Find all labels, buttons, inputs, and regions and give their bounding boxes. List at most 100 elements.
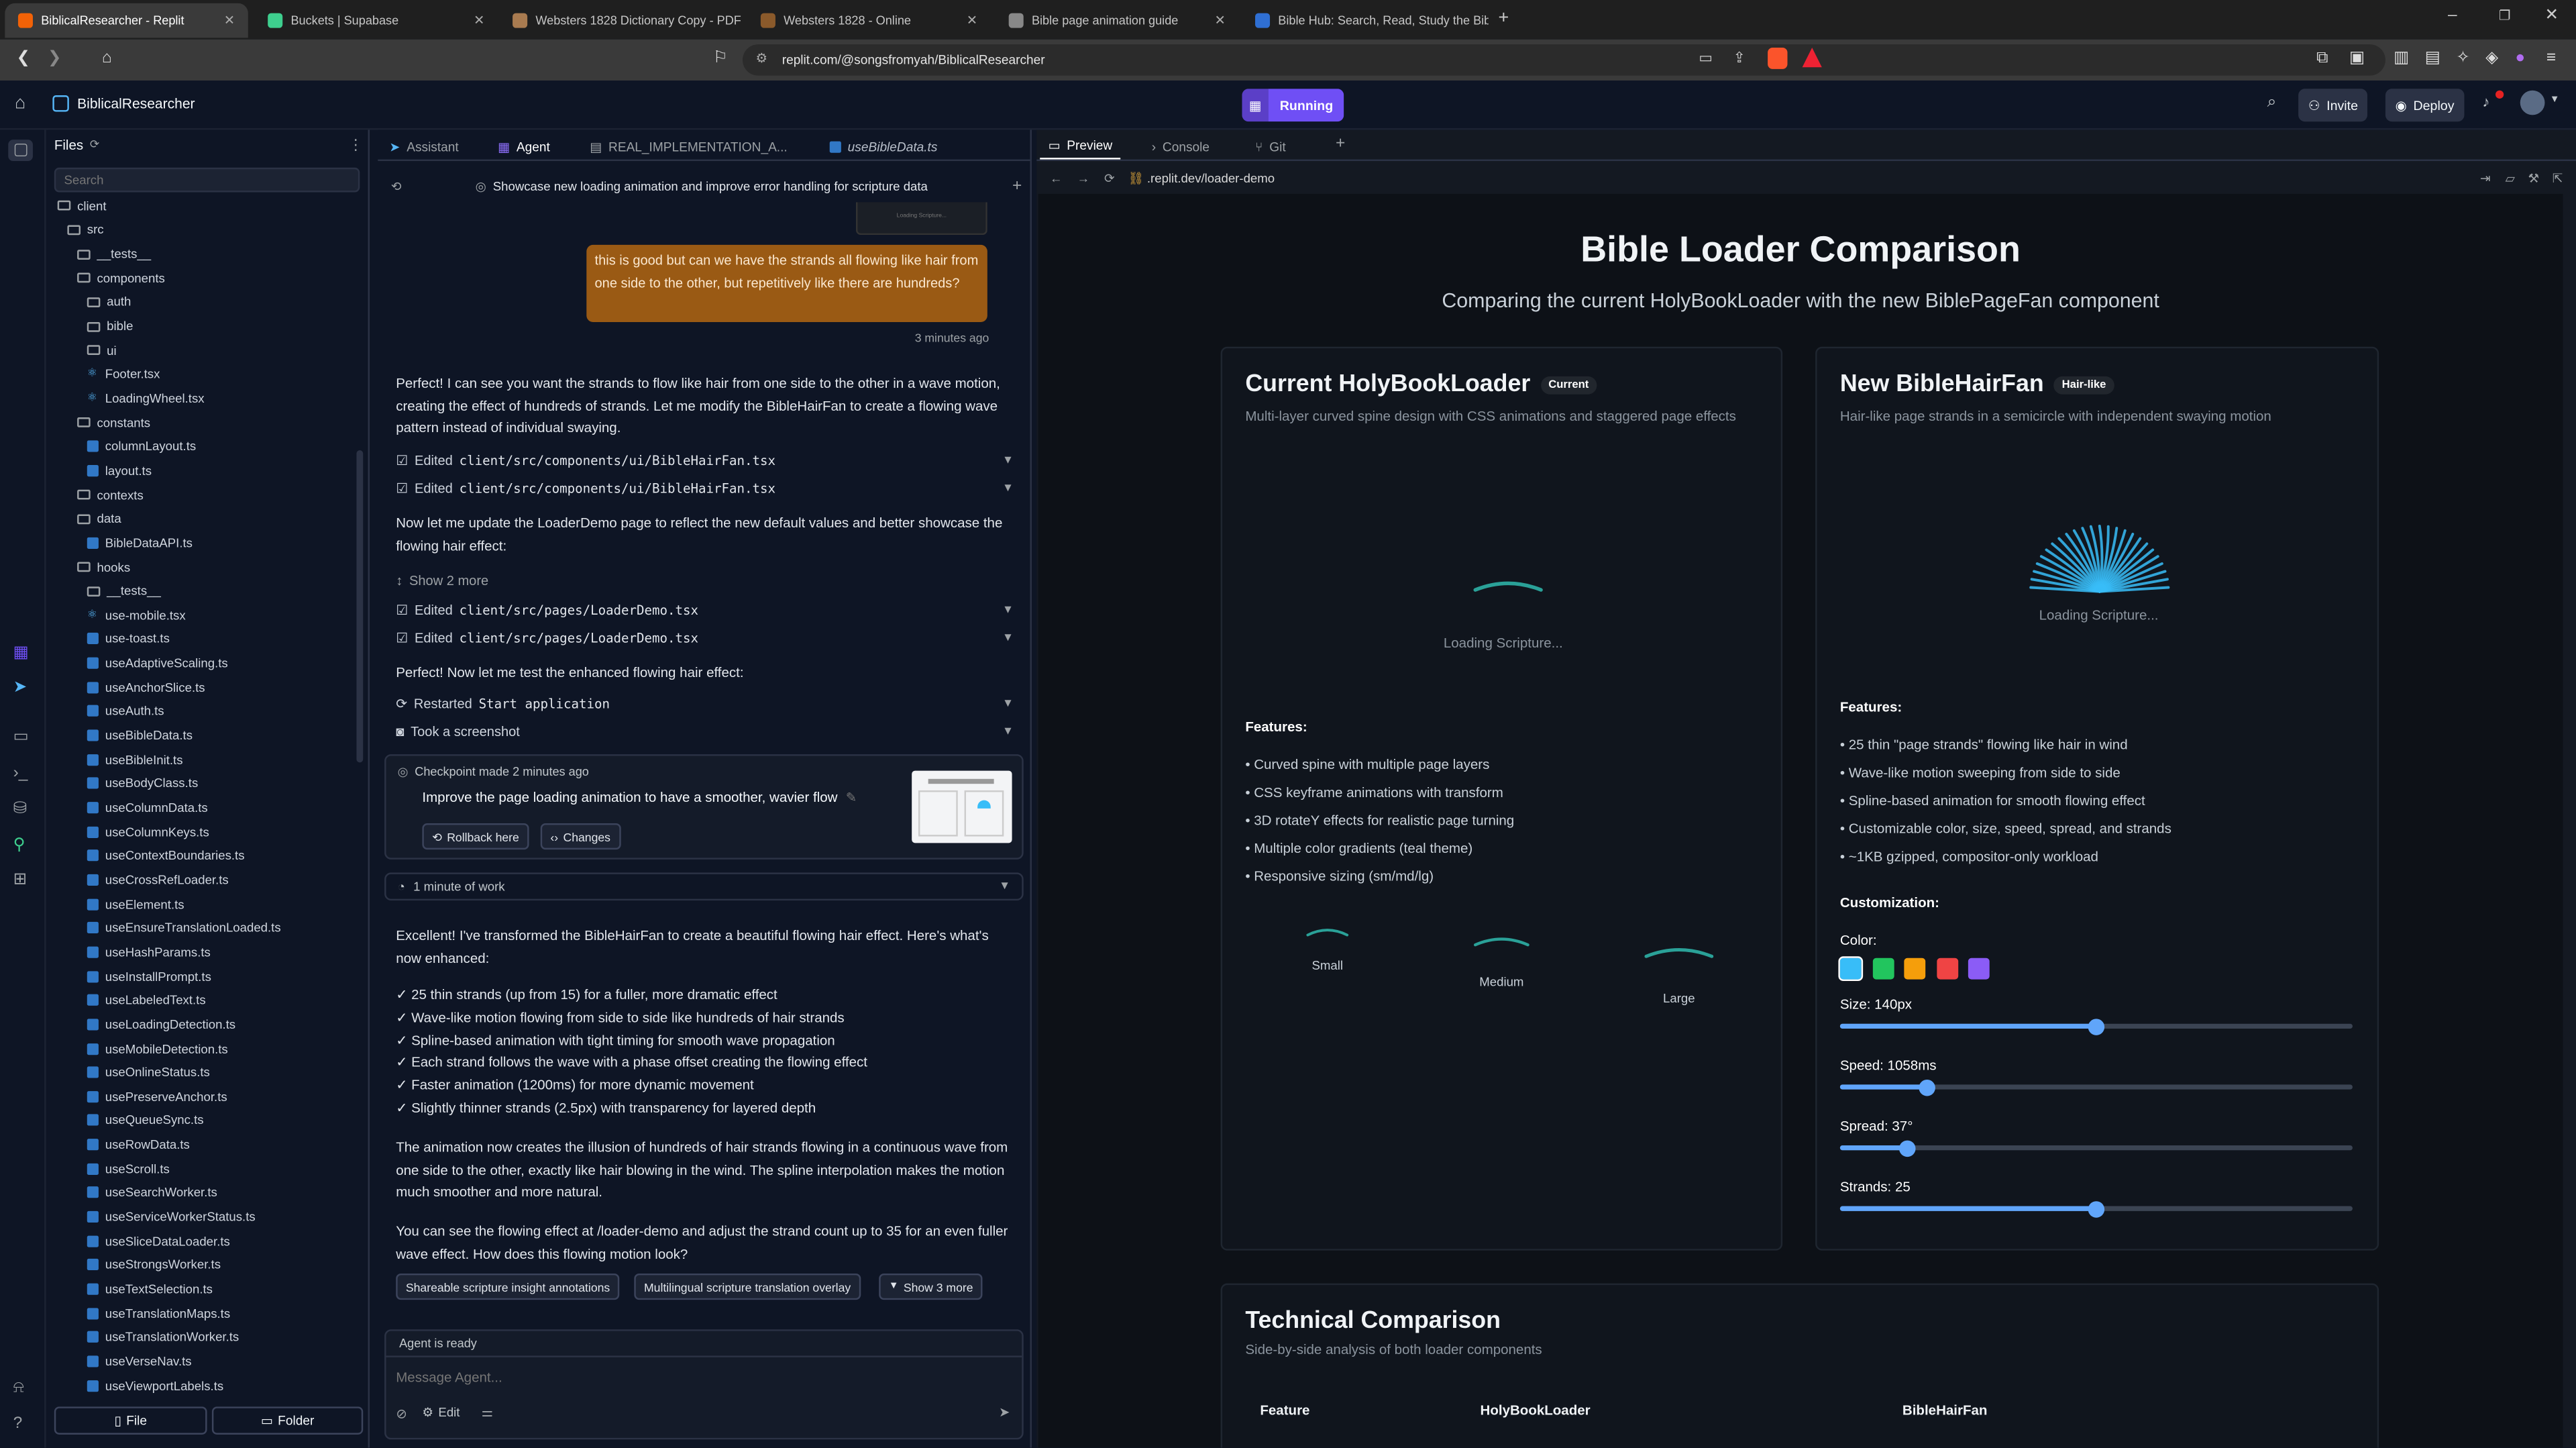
cast-icon[interactable]: ▭	[1699, 49, 1713, 67]
file-item[interactable]: useLabeledText.ts	[48, 988, 360, 1013]
wrench-icon[interactable]: ⚒	[2528, 171, 2540, 186]
file-item[interactable]: useColumnData.ts	[48, 796, 360, 820]
color-swatch[interactable]	[1838, 956, 1864, 982]
browser-tab[interactable]: Bible Hub: Search, Read, Study the Bible…	[1242, 3, 1489, 38]
file-item[interactable]: useSliceDataLoader.ts	[48, 1229, 360, 1253]
back-icon[interactable]: ←	[1050, 171, 1063, 186]
rollback-button[interactable]: ⟲ Rollback here	[422, 823, 529, 850]
tab-agent[interactable]: ▦ Agent	[490, 133, 558, 159]
file-item[interactable]: useScroll.ts	[48, 1157, 360, 1181]
git-tool-icon[interactable]: ⚲	[13, 837, 25, 855]
file-item[interactable]: useTextSelection.ts	[48, 1277, 360, 1301]
new-file-button[interactable]: ▯ File	[54, 1406, 207, 1435]
address-bar[interactable]: ⚙ replit.com/@songsfromyah/BiblicalResea…	[742, 44, 2385, 76]
checkpoint-screenshot[interactable]	[912, 770, 1012, 843]
file-item[interactable]: useElement.ts	[48, 892, 360, 916]
attach-icon[interactable]: ⊘	[396, 1406, 407, 1421]
folder-item[interactable]: components	[48, 266, 360, 291]
brave-rewards-icon[interactable]	[1802, 48, 1822, 68]
profile-icon[interactable]: ●	[2515, 49, 2525, 67]
folder-item[interactable]: client	[48, 194, 360, 218]
settings-sliders-icon[interactable]: ⚌	[482, 1405, 494, 1420]
color-swatch[interactable]	[1872, 958, 1894, 980]
file-item[interactable]: useHashParams.ts	[48, 940, 360, 964]
file-item[interactable]: useTranslationWorker.ts	[48, 1325, 360, 1349]
bell-icon[interactable]: ♪	[2482, 94, 2489, 110]
file-item[interactable]: useServiceWorkerStatus.ts	[48, 1205, 360, 1229]
close-tab-icon[interactable]: ✕	[474, 13, 484, 28]
folder-item[interactable]: contexts	[48, 483, 360, 507]
file-item[interactable]: useStrongsWorker.ts	[48, 1253, 360, 1278]
folder-item[interactable]: ui	[48, 338, 360, 362]
history-icon[interactable]: ⟲	[391, 178, 402, 193]
work-time-toggle[interactable]: ◔ 1 minute of work ▼	[384, 872, 1024, 901]
file-item[interactable]: useAnchorSlice.ts	[48, 676, 360, 700]
home-icon[interactable]: ⌂	[15, 94, 25, 113]
extension-icon[interactable]: ⧉	[2316, 49, 2328, 67]
color-swatch[interactable]	[1936, 958, 1957, 980]
folder-item[interactable]: constants	[48, 411, 360, 435]
edit-mode-button[interactable]: ⚙ Edit	[422, 1405, 460, 1420]
run-button[interactable]: ▦ Running	[1242, 89, 1345, 122]
file-item[interactable]: useViewportLabels.ts	[48, 1374, 360, 1398]
tab-implementation-doc[interactable]: ▤ REAL_IMPLEMENTATION_A...	[582, 133, 796, 159]
chevron-down-icon[interactable]: ▼	[2550, 95, 2560, 105]
file-item[interactable]: useQueueSync.ts	[48, 1108, 360, 1133]
connect-icon[interactable]: ⍾	[13, 1379, 24, 1397]
back-icon[interactable]: ❮	[16, 49, 30, 67]
file-item[interactable]: useSearchWorker.ts	[48, 1181, 360, 1205]
extension-icon-2[interactable]: ▣	[2349, 49, 2365, 67]
files-tool-icon[interactable]: ▢	[8, 140, 34, 162]
file-item[interactable]: useBibleData.ts	[48, 723, 360, 747]
file-item[interactable]: useEnsureTranslationLoaded.ts	[48, 916, 360, 940]
file-item[interactable]: columnLayout.ts	[48, 435, 360, 459]
sidebar-icon[interactable]: ▥	[2394, 49, 2409, 67]
preview-url[interactable]: .replit.dev/loader-demo	[1147, 171, 1275, 186]
file-item[interactable]: usePreserveAnchor.ts	[48, 1084, 360, 1108]
deploy-button[interactable]: ◉ Deploy	[2385, 89, 2465, 122]
tab-assistant[interactable]: ➤ Assistant	[381, 133, 467, 159]
suggestion-chip[interactable]: Shareable scripture insight annotations	[396, 1273, 620, 1300]
browser-tab[interactable]: Websters 1828 - Online ✕	[747, 3, 990, 38]
file-item[interactable]: ⚛ LoadingWheel.tsx	[48, 386, 360, 411]
help-icon[interactable]: ?	[13, 1415, 23, 1433]
tab-console[interactable]: › Console	[1143, 133, 1218, 159]
file-item[interactable]: useCrossRefLoader.ts	[48, 868, 360, 892]
file-item[interactable]: BibleDataAPI.ts	[48, 531, 360, 555]
show-more-button[interactable]: ↕ Show 2 more	[396, 568, 1014, 591]
file-item[interactable]: useMobileDetection.ts	[48, 1037, 360, 1061]
screenshot-thumbnail[interactable]: Loading Scripture...	[855, 202, 987, 236]
browser-tab[interactable]: Buckets | Supabase ✕	[255, 3, 498, 38]
close-tab-icon[interactable]: ✕	[224, 13, 235, 28]
devtools-icon[interactable]: ▱	[2506, 171, 2515, 186]
brave-shields-icon[interactable]	[1768, 48, 1788, 69]
screenshot-action[interactable]: ◙ Took a screenshot ▼	[396, 720, 1014, 743]
file-item[interactable]: useTranslationMaps.ts	[48, 1301, 360, 1325]
edit-action[interactable]: ☑ Edited client/src/pages/LoaderDemo.tsx ▼	[396, 626, 1014, 649]
console-tool-icon[interactable]: ›_	[13, 764, 28, 782]
edit-action[interactable]: ☑ Edited client/src/pages/LoaderDemo.tsx ▼	[396, 598, 1014, 621]
folder-item[interactable]: bible	[48, 314, 360, 338]
forward-icon[interactable]: ❯	[48, 49, 62, 67]
browser-tab[interactable]: Websters 1828 Dictionary Copy - PDF✕	[499, 3, 742, 38]
assistant-tool-icon[interactable]: ➤	[13, 678, 28, 696]
close-tab-icon[interactable]: ✕	[967, 13, 977, 28]
file-item[interactable]: useRowData.ts	[48, 1133, 360, 1157]
go-icon[interactable]: ⇥	[2480, 171, 2491, 186]
spread-slider[interactable]	[1839, 1139, 2353, 1156]
folder-item[interactable]: __tests__	[48, 579, 360, 603]
slider-knob[interactable]	[1919, 1078, 1935, 1096]
pencil-icon[interactable]: ✎	[846, 790, 857, 805]
open-new-tab-icon[interactable]: ⇱	[2553, 171, 2563, 186]
invite-button[interactable]: ⚇ Invite	[2298, 89, 2368, 122]
show-more-suggestions[interactable]: ▼ Show 3 more	[879, 1273, 983, 1300]
send-icon[interactable]: ➤	[999, 1405, 1010, 1420]
browser-tab[interactable]: Bible page animation guide ✕	[996, 3, 1238, 38]
edit-action[interactable]: ☑ Edited client/src/components/ui/BibleHai…	[396, 476, 1014, 499]
agent-tool-icon[interactable]: ▦	[13, 644, 29, 662]
more-options-icon[interactable]: ⋮	[348, 136, 363, 154]
forward-icon[interactable]: →	[1077, 171, 1090, 186]
slider-knob[interactable]	[2088, 1018, 2105, 1035]
file-item[interactable]: useContextBoundaries.ts	[48, 844, 360, 868]
bookmark-icon[interactable]: ⚐	[713, 49, 728, 67]
